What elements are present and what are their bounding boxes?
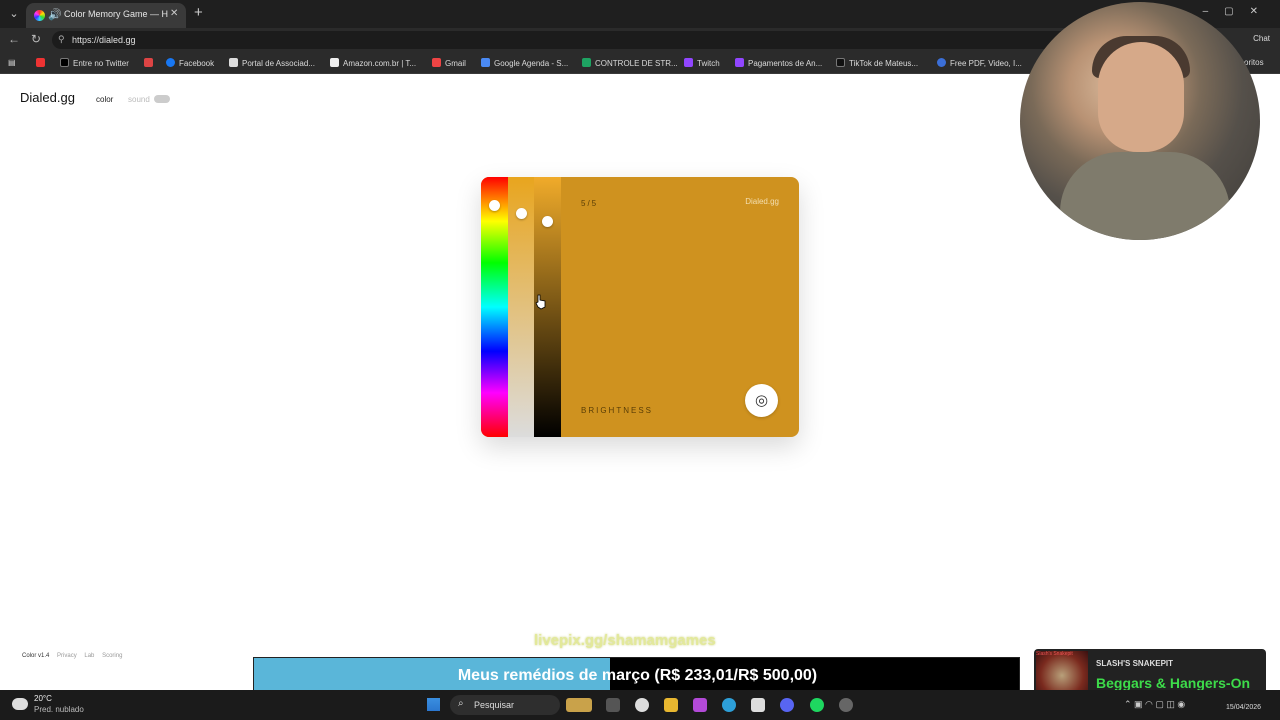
site-logo[interactable]: Dialed.gg bbox=[20, 90, 75, 105]
weather-condition[interactable]: Pred. nublado bbox=[34, 705, 84, 714]
windows-taskbar: 20°C Pred. nublado ⌕ Pesquisar ⌃ ▣ ◠ ▢ ◫… bbox=[0, 690, 1280, 720]
now-playing-artist: SLASH'S SNAKEPIT bbox=[1096, 659, 1174, 668]
donation-goal-text: Meus remédios de março (R$ 233,01/R$ 500… bbox=[457, 667, 818, 684]
submit-target-button[interactable]: ◎ bbox=[745, 384, 778, 417]
saturation-slider-handle[interactable] bbox=[516, 207, 527, 219]
edge-browser-icon[interactable] bbox=[722, 698, 736, 712]
gmail-bookmark-icon[interactable] bbox=[144, 58, 157, 68]
webcam-overlay bbox=[1020, 2, 1260, 240]
weather-cloud-icon[interactable] bbox=[12, 698, 28, 710]
color-game-card: 5/5 Dialed.gg BRIGHTNESS ◎ bbox=[481, 177, 799, 437]
weather-temperature[interactable]: 20°C bbox=[34, 694, 52, 703]
bookmark-amazon[interactable]: Amazon.com.br | T... bbox=[330, 58, 416, 68]
footer-scoring-link[interactable]: Scoring bbox=[102, 653, 122, 659]
taskbar-search[interactable]: ⌕ Pesquisar bbox=[450, 695, 560, 715]
task-view-icon[interactable] bbox=[606, 698, 620, 712]
window-controls[interactable]: –▢✕ bbox=[1203, 6, 1274, 17]
bookmark-portal[interactable]: Portal de Associad... bbox=[229, 58, 315, 68]
search-icon: ⌕ bbox=[458, 698, 464, 709]
taskbar-search-placeholder: Pesquisar bbox=[474, 700, 515, 710]
footer-version: Color v1.4 bbox=[22, 653, 50, 659]
bookmark-gmail[interactable]: Gmail bbox=[432, 58, 466, 68]
widget-app-icon[interactable] bbox=[566, 698, 592, 712]
tab-menu-icon[interactable]: ⌄ bbox=[6, 6, 22, 22]
now-playing-song: Beggars & Hangers-On bbox=[1096, 675, 1251, 691]
site-info-icon[interactable]: ⚲ bbox=[58, 34, 65, 45]
bookmarks-menu-icon[interactable]: ▤ bbox=[8, 58, 16, 67]
tab-title: Color Memory Game — How bbox=[64, 9, 168, 19]
app-icon-4[interactable] bbox=[839, 698, 853, 712]
webcam-person-shirt bbox=[1060, 152, 1230, 240]
album-art-label: Slash's Snakepit bbox=[1036, 651, 1073, 657]
bookmark-free-pdf[interactable]: Free PDF, Video, I... bbox=[937, 58, 1022, 68]
browser-tab[interactable]: 🔊 Color Memory Game — How ✕ bbox=[26, 3, 186, 28]
brightness-slider-handle[interactable] bbox=[542, 215, 553, 227]
nav-sound-link[interactable]: sound bbox=[128, 95, 150, 104]
saturation-slider[interactable] bbox=[508, 177, 534, 437]
card-brand: Dialed.gg bbox=[745, 197, 779, 206]
spotify-icon[interactable] bbox=[810, 698, 824, 712]
bookmark-tiktok[interactable]: TikTok de Mateus... bbox=[836, 58, 918, 68]
sound-toggle[interactable] bbox=[154, 95, 170, 103]
url-text: https://dialed.gg bbox=[72, 35, 136, 45]
hue-slider[interactable] bbox=[481, 177, 508, 437]
bookmark-twitter[interactable]: Entre no Twitter bbox=[60, 58, 129, 68]
nav-color-link[interactable]: color bbox=[96, 95, 113, 104]
slider-label: BRIGHTNESS bbox=[581, 406, 654, 415]
windows-start-icon[interactable] bbox=[427, 698, 440, 711]
livepix-link: livepix.gg/shamamgames bbox=[534, 632, 716, 649]
new-tab-icon[interactable]: + bbox=[194, 4, 203, 21]
taskbar-date[interactable]: 15/04/2026 bbox=[1226, 704, 1261, 711]
youtube-bookmark-icon[interactable] bbox=[36, 58, 49, 68]
app-icon-2[interactable] bbox=[693, 698, 707, 712]
footer-privacy-link[interactable]: Privacy bbox=[57, 653, 77, 659]
bookmark-google-agenda[interactable]: Google Agenda - S... bbox=[481, 58, 568, 68]
bookmark-controle[interactable]: CONTROLE DE STR... bbox=[582, 58, 678, 68]
discord-icon[interactable] bbox=[780, 698, 794, 712]
back-icon[interactable]: ← bbox=[8, 32, 20, 46]
bookmark-pagamentos[interactable]: Pagamentos de An... bbox=[735, 58, 822, 68]
app-icon-1[interactable] bbox=[635, 698, 649, 712]
url-field[interactable]: ⚲ https://dialed.gg bbox=[52, 31, 1192, 49]
system-tray-icons[interactable]: ⌃ ▣ ◠ ▢ ◫ ◉ bbox=[1124, 699, 1185, 710]
site-favicon-icon bbox=[34, 10, 45, 21]
file-explorer-icon[interactable] bbox=[664, 698, 678, 712]
close-tab-icon[interactable]: ✕ bbox=[170, 8, 178, 19]
site-footer: Color v1.4 Privacy Lab Scoring bbox=[22, 653, 128, 659]
chat-button[interactable]: Chat bbox=[1253, 34, 1270, 43]
hue-slider-handle[interactable] bbox=[489, 200, 500, 212]
bookmark-twitch[interactable]: Twitch bbox=[684, 58, 720, 68]
bookmark-facebook[interactable]: Facebook bbox=[166, 58, 214, 68]
app-icon-3[interactable] bbox=[751, 698, 765, 712]
hand-cursor-icon bbox=[535, 294, 546, 310]
reload-icon[interactable]: ↻ bbox=[31, 32, 41, 46]
round-counter: 5/5 bbox=[581, 199, 599, 208]
audio-playing-icon[interactable]: 🔊 bbox=[48, 8, 62, 21]
footer-lab-link[interactable]: Lab bbox=[84, 653, 94, 659]
webcam-person-face bbox=[1098, 42, 1184, 152]
bookmark-favoritos[interactable]: oritos bbox=[1244, 58, 1264, 67]
